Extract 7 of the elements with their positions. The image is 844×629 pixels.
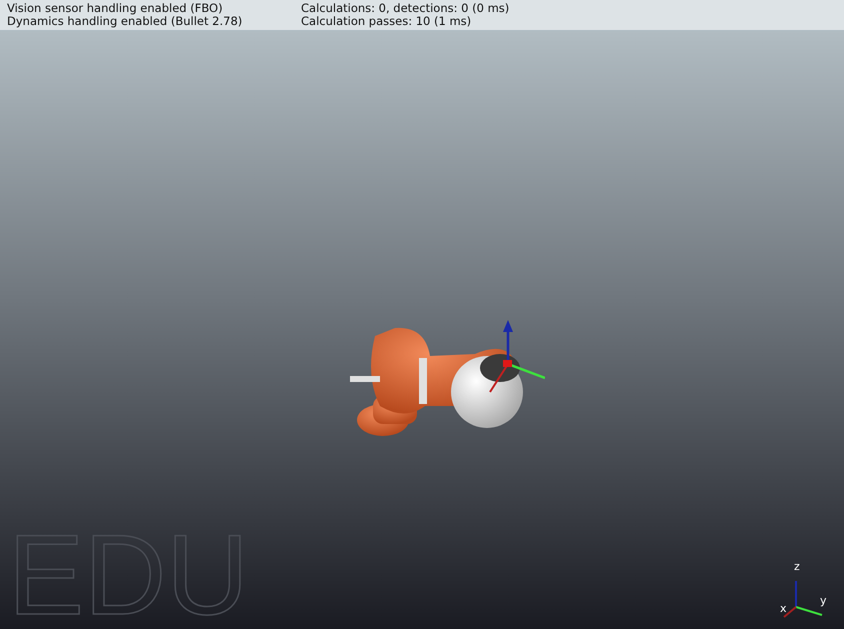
status-text: Dynamics handling enabled (Bullet 2.78) [7, 15, 244, 28]
status-text: Calculations: 0, detections: 0 (0 ms) [301, 2, 510, 15]
status-text: Vision sensor handling enabled (FBO) [7, 2, 224, 15]
axis-label: z [794, 561, 800, 573]
axis-label: x [780, 603, 787, 615]
status-text: Calculation passes: 10 (1 ms) [301, 15, 472, 28]
axis-label: y [820, 595, 827, 607]
